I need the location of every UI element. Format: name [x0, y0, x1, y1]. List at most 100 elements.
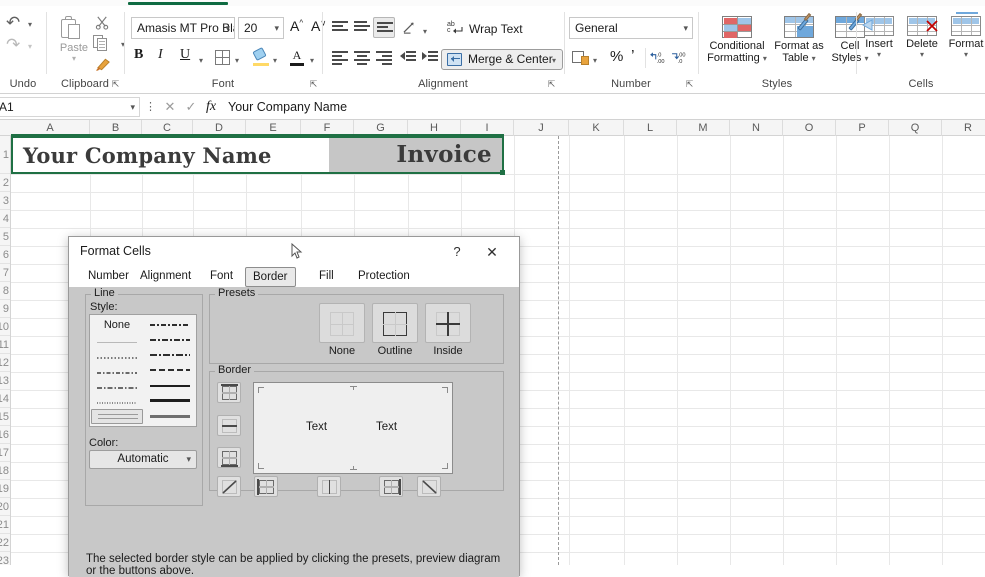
fill-color-dropdown[interactable]: ▾ — [273, 52, 277, 66]
column-header-P[interactable]: P — [836, 120, 889, 136]
font-color-dropdown[interactable]: ▾ — [310, 52, 314, 66]
paste-button[interactable]: Paste ▾ — [59, 16, 89, 63]
cancel-edit-button[interactable]: ✕ — [160, 97, 180, 117]
row-header-22[interactable]: 22 — [0, 534, 10, 552]
underline-button[interactable]: U — [180, 47, 196, 63]
align-bottom-button[interactable] — [373, 17, 395, 38]
conditional-formatting-button[interactable]: Conditional Formatting ▾ — [705, 16, 769, 64]
row-header-7[interactable]: 7 — [0, 264, 10, 282]
bold-button[interactable]: B — [134, 47, 150, 63]
row-header-16[interactable]: 16 — [0, 426, 10, 444]
borders-button[interactable] — [215, 50, 230, 65]
preset-inside-button[interactable] — [425, 303, 471, 343]
row-header-6[interactable]: 6 — [0, 246, 10, 264]
increase-decimal-button[interactable]: .0 .00 — [650, 50, 669, 68]
redo-button[interactable]: ↷ ▾ — [6, 36, 32, 56]
border-bottom-button[interactable] — [217, 447, 241, 468]
row-header-21[interactable]: 21 — [0, 516, 10, 534]
insert-function-button[interactable]: fx — [201, 97, 221, 117]
format-cells-button[interactable]: Format ▾ — [945, 12, 985, 59]
column-header-M[interactable]: M — [677, 120, 730, 136]
row-header-5[interactable]: 5 — [0, 228, 10, 246]
copy-button[interactable]: ▾ — [93, 35, 125, 53]
row-header-18[interactable]: 18 — [0, 462, 10, 480]
italic-button[interactable]: I — [158, 47, 174, 63]
row-header-17[interactable]: 17 — [0, 444, 10, 462]
row-header-4[interactable]: 4 — [0, 210, 10, 228]
line-style-dash-dot-med2[interactable] — [144, 332, 196, 348]
line-style-none[interactable]: None — [91, 317, 143, 333]
number-format-combo[interactable]: General ▾ — [569, 17, 693, 39]
row-header-15[interactable]: 15 — [0, 408, 10, 426]
wrap-text-button[interactable]: ab c Wrap Text — [447, 19, 552, 39]
fill-color-button[interactable] — [252, 47, 269, 66]
column-header-N[interactable]: N — [730, 120, 783, 136]
column-header-Q[interactable]: Q — [889, 120, 942, 136]
selection-fill-handle[interactable] — [500, 170, 505, 175]
row-header-20[interactable]: 20 — [0, 498, 10, 516]
line-style-thick-solid[interactable] — [144, 409, 196, 425]
orientation-button[interactable] — [402, 20, 420, 36]
tab-number[interactable]: Number — [81, 267, 136, 286]
border-diagonal-down-button[interactable] — [417, 476, 441, 497]
align-left-button[interactable] — [332, 51, 348, 65]
row-header-1[interactable]: 1 — [0, 136, 10, 174]
tab-alignment[interactable]: Alignment — [133, 267, 198, 286]
line-style-fine-dotted[interactable] — [91, 394, 143, 410]
line-style-thin-solid[interactable] — [144, 377, 196, 393]
delete-cells-button[interactable]: Delete ▾ — [901, 16, 943, 59]
row-header-23[interactable]: 23 — [0, 552, 10, 565]
row-header-10[interactable]: 10 — [0, 318, 10, 336]
line-style-dash-dot-dot[interactable] — [91, 379, 143, 395]
line-style-dotted[interactable] — [91, 349, 143, 365]
percent-style-button[interactable]: % — [610, 48, 623, 65]
border-inside-horizontal-button[interactable] — [217, 415, 241, 436]
row-header-3[interactable]: 3 — [0, 192, 10, 210]
tab-protection[interactable]: Protection — [351, 267, 417, 286]
decrease-indent-button[interactable] — [400, 51, 416, 64]
confirm-edit-button[interactable]: ✓ — [181, 97, 201, 117]
border-preview[interactable]: Text Text — [253, 382, 453, 474]
line-style-list[interactable]: None — [89, 314, 197, 427]
tab-fill[interactable]: Fill — [312, 267, 341, 286]
border-right-button[interactable] — [379, 476, 403, 497]
tab-font[interactable]: Font — [203, 267, 240, 286]
merge-center-button[interactable]: Merge & Center ▾ — [441, 49, 563, 70]
row-header-19[interactable]: 19 — [0, 480, 10, 498]
format-as-table-button[interactable]: Format as Table ▾ — [773, 12, 825, 64]
row-header-13[interactable]: 13 — [0, 372, 10, 390]
cut-button[interactable] — [95, 15, 111, 31]
dialog-titlebar[interactable]: Format Cells ? ✕ — [69, 237, 519, 267]
orientation-dropdown[interactable]: ▾ — [423, 23, 427, 37]
borders-dropdown[interactable]: ▾ — [235, 52, 239, 66]
line-style-dash-dot-thin[interactable] — [91, 364, 143, 380]
font-size-combo[interactable]: 20 ▾ — [238, 17, 284, 39]
align-right-button[interactable] — [376, 51, 392, 65]
name-box[interactable]: A1 ▾ — [0, 97, 140, 117]
font-name-combo[interactable]: Amasis MT Pro Bla ▾ — [131, 17, 235, 39]
row-header-9[interactable]: 9 — [0, 300, 10, 318]
decrease-decimal-button[interactable]: .00 .0 — [671, 50, 690, 68]
dialog-help-button[interactable]: ? — [445, 241, 469, 263]
accounting-format-button[interactable] — [572, 50, 589, 65]
underline-dropdown[interactable]: ▾ — [199, 52, 203, 66]
row-header-12[interactable]: 12 — [0, 354, 10, 372]
formula-bar-menu[interactable]: ⋮ — [145, 98, 156, 116]
dialog-close-button[interactable]: ✕ — [479, 241, 505, 263]
row-header-14[interactable]: 14 — [0, 390, 10, 408]
comma-style-button[interactable]: ’ — [631, 48, 635, 66]
preset-outline-button[interactable] — [372, 303, 418, 343]
row-header-2[interactable]: 2 — [0, 174, 10, 192]
row-header-8[interactable]: 8 — [0, 282, 10, 300]
line-style-dashed-bold[interactable] — [144, 362, 196, 378]
border-color-combo[interactable]: Automatic ▾ — [89, 450, 197, 469]
insert-cells-button[interactable]: Insert ▾ — [859, 16, 899, 59]
accounting-dropdown[interactable]: ▾ — [593, 52, 597, 66]
column-header-O[interactable]: O — [783, 120, 836, 136]
border-left-button[interactable] — [254, 476, 278, 497]
border-diagonal-up-button[interactable] — [217, 476, 241, 497]
line-style-hairline[interactable] — [91, 334, 143, 350]
tab-border[interactable]: Border — [245, 267, 296, 287]
line-style-dash-dot-med[interactable] — [144, 317, 196, 333]
align-center-button[interactable] — [354, 51, 370, 65]
